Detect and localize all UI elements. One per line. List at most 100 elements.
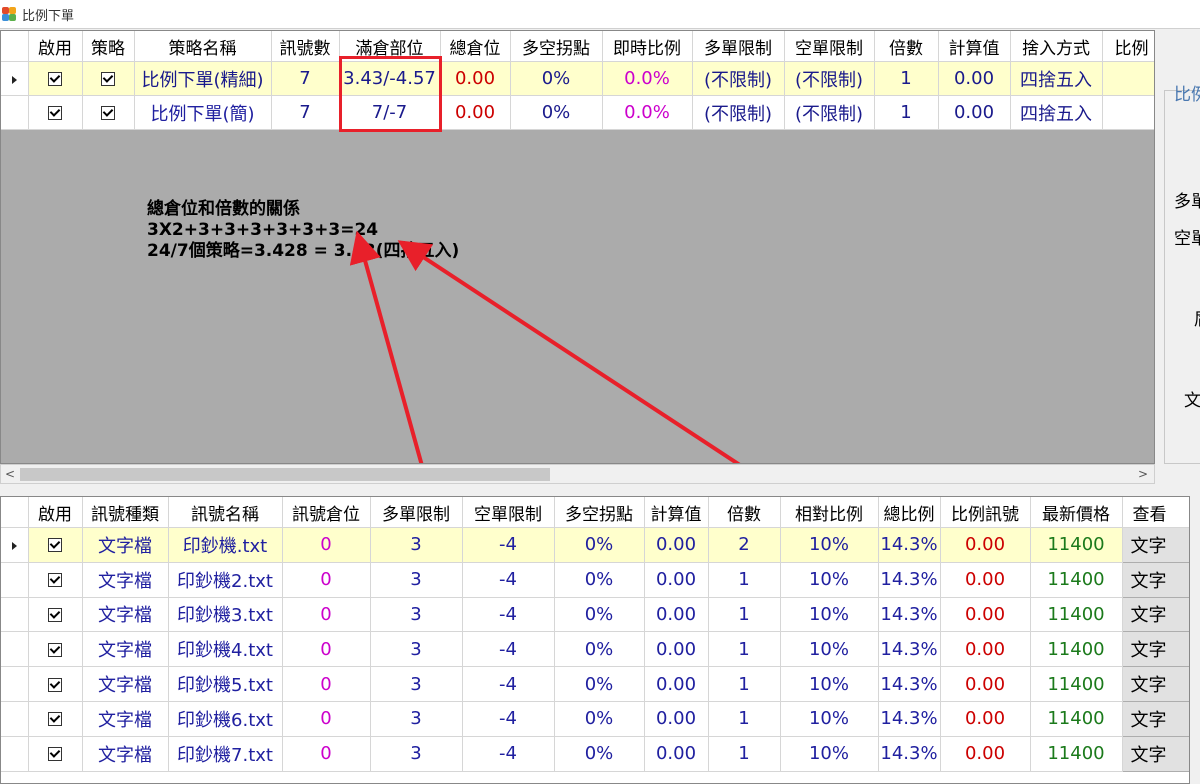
col-header[interactable]: 比例訊號 xyxy=(940,497,1031,528)
relative-ratio-cell[interactable]: 10% xyxy=(780,527,879,563)
total-ratio-cell[interactable]: 14.3% xyxy=(878,527,941,563)
signal-type-cell[interactable]: 文字檔 xyxy=(82,666,169,702)
calc-value-cell[interactable]: 0.00 xyxy=(644,701,709,737)
signal-name-cell[interactable]: 印鈔機7.txt xyxy=(168,736,283,772)
long-limit-cell[interactable]: 3 xyxy=(370,701,463,737)
short-limit-cell[interactable]: -4 xyxy=(462,701,555,737)
multiplier-cell[interactable]: 1 xyxy=(708,736,781,772)
long-limit-cell[interactable]: 3 xyxy=(370,631,463,668)
calc-value-cell[interactable]: 0.00 xyxy=(644,562,709,598)
latest-price-cell[interactable]: 11400 xyxy=(1030,701,1123,737)
view-button[interactable]: 文字 xyxy=(1121,700,1189,737)
realtime-ratio-cell[interactable]: 0.0% xyxy=(602,95,693,130)
row-selector[interactable] xyxy=(1,736,29,772)
latest-price-cell[interactable]: 11400 xyxy=(1030,736,1123,772)
enabled-checkbox[interactable] xyxy=(28,597,83,633)
signal-name-cell[interactable]: 印鈔機5.txt xyxy=(168,666,283,702)
signal-name-cell[interactable]: 印鈔機.txt xyxy=(168,527,283,563)
col-header[interactable]: 查看 xyxy=(1122,497,1189,528)
rounding-mode-cell[interactable]: 四捨五入 xyxy=(1010,95,1103,130)
ratio-signal-cell[interactable]: 0.00 xyxy=(940,666,1031,702)
signal-type-cell[interactable]: 文字檔 xyxy=(82,736,169,772)
table-row[interactable]: 文字檔 印鈔機4.txt 0 3 -4 0% 0.00 1 10% 14.3% 0.00 11400 文… xyxy=(1,631,1189,668)
relative-ratio-cell[interactable]: 10% xyxy=(780,701,879,737)
col-header[interactable]: 多單限制 xyxy=(370,497,463,528)
latest-price-cell[interactable]: 11400 xyxy=(1030,562,1123,598)
enabled-checkbox[interactable] xyxy=(28,61,83,96)
col-header[interactable]: 倍數 xyxy=(874,31,939,62)
signal-type-cell[interactable]: 文字檔 xyxy=(82,631,169,668)
enabled-checkbox[interactable] xyxy=(28,95,83,130)
turning-point-cell[interactable]: 0% xyxy=(554,597,645,633)
enabled-checkbox[interactable] xyxy=(28,562,83,598)
multiplier-cell[interactable]: 1 xyxy=(708,666,781,702)
enabled-checkbox[interactable] xyxy=(28,631,83,668)
long-limit-cell[interactable]: (不限制) xyxy=(692,61,785,96)
relative-ratio-cell[interactable]: 10% xyxy=(780,666,879,702)
calc-value-cell[interactable]: 0.00 xyxy=(644,666,709,702)
col-header[interactable]: 啟用 xyxy=(28,497,83,528)
strategy-grid[interactable]: 啟用 策略 策略名稱 訊號數 滿倉部位 總倉位 多空拐點 即時比例 多單限制 空… xyxy=(0,30,1155,464)
relative-ratio-cell[interactable]: 10% xyxy=(780,736,879,772)
row-selector[interactable] xyxy=(1,597,29,633)
ratio-signal-cell[interactable]: 0.00 xyxy=(940,597,1031,633)
table-row[interactable]: 文字檔 印鈔機6.txt 0 3 -4 0% 0.00 1 10% 14.3% 0.00 11400 文… xyxy=(1,700,1189,737)
row-selector[interactable] xyxy=(1,95,29,130)
col-header[interactable]: 多單限制 xyxy=(692,31,785,62)
calc-value-cell[interactable]: 0.00 xyxy=(644,527,709,563)
ratio-cell[interactable] xyxy=(1102,61,1154,96)
calc-value-cell[interactable]: 0.00 xyxy=(938,61,1011,96)
multiplier-cell[interactable]: 1 xyxy=(874,61,939,96)
multiplier-cell[interactable]: 1 xyxy=(708,562,781,598)
ratio-signal-cell[interactable]: 0.00 xyxy=(940,527,1031,563)
enabled-checkbox[interactable] xyxy=(28,527,83,563)
ratio-cell[interactable] xyxy=(1102,95,1154,130)
col-header[interactable]: 訊號數 xyxy=(271,31,340,62)
turning-point-cell[interactable]: 0% xyxy=(554,666,645,702)
signal-name-cell[interactable]: 印鈔機3.txt xyxy=(168,597,283,633)
strategy-name-cell[interactable]: 比例下單(簡) xyxy=(134,95,272,130)
signal-position-cell[interactable]: 0 xyxy=(282,666,371,702)
signal-type-cell[interactable]: 文字檔 xyxy=(82,527,169,563)
table-row[interactable]: 文字檔 印鈔機.txt 0 3 -4 0% 0.00 2 10% 14.3% 0.00 11400 文字 xyxy=(1,527,1189,563)
signal-position-cell[interactable]: 0 xyxy=(282,701,371,737)
enabled-checkbox[interactable] xyxy=(28,701,83,737)
table-row[interactable]: 文字檔 印鈔機3.txt 0 3 -4 0% 0.00 1 10% 14.3% 0.00 11400 文… xyxy=(1,596,1189,633)
signal-position-cell[interactable]: 0 xyxy=(282,631,371,668)
multiplier-cell[interactable]: 1 xyxy=(708,597,781,633)
long-limit-cell[interactable]: 3 xyxy=(370,527,463,563)
turning-point-cell[interactable]: 0% xyxy=(554,562,645,598)
signal-name-cell[interactable]: 印鈔機4.txt xyxy=(168,631,283,668)
horizontal-scrollbar[interactable]: < > xyxy=(0,464,1155,484)
short-limit-cell[interactable]: (不限制) xyxy=(784,95,875,130)
short-limit-cell[interactable]: -4 xyxy=(462,666,555,702)
ratio-signal-cell[interactable]: 0.00 xyxy=(940,562,1031,598)
enabled-checkbox[interactable] xyxy=(28,736,83,772)
long-limit-cell[interactable]: (不限制) xyxy=(692,95,785,130)
signal-position-cell[interactable]: 0 xyxy=(282,562,371,598)
long-limit-cell[interactable]: 3 xyxy=(370,666,463,702)
row-selector[interactable] xyxy=(1,527,29,563)
ratio-signal-cell[interactable]: 0.00 xyxy=(940,736,1031,772)
calc-value-cell[interactable]: 0.00 xyxy=(644,597,709,633)
scroll-thumb[interactable] xyxy=(20,468,550,481)
signal-position-cell[interactable]: 0 xyxy=(282,527,371,563)
col-header[interactable]: 比例 xyxy=(1102,31,1154,62)
signal-type-cell[interactable]: 文字檔 xyxy=(82,701,169,737)
short-limit-cell[interactable]: -4 xyxy=(462,736,555,772)
short-limit-cell[interactable]: (不限制) xyxy=(784,61,875,96)
total-ratio-cell[interactable]: 14.3% xyxy=(878,736,941,772)
latest-price-cell[interactable]: 11400 xyxy=(1030,597,1123,633)
calc-value-cell[interactable]: 0.00 xyxy=(644,736,709,772)
long-limit-cell[interactable]: 3 xyxy=(370,597,463,633)
turning-point-cell[interactable]: 0% xyxy=(510,95,603,130)
total-position-cell[interactable]: 0.00 xyxy=(440,61,511,96)
signal-type-cell[interactable]: 文字檔 xyxy=(82,562,169,598)
turning-point-cell[interactable]: 0% xyxy=(554,631,645,668)
turning-point-cell[interactable]: 0% xyxy=(554,701,645,737)
table-row[interactable]: 文字檔 印鈔機7.txt 0 3 -4 0% 0.00 1 10% 14.3% 0.00 11400 文… xyxy=(1,735,1189,772)
rounding-mode-cell[interactable]: 四捨五入 xyxy=(1010,61,1103,96)
table-row[interactable]: 比例下單(簡) 7 7/-7 0.00 0% 0.0% (不限制) (不限制) … xyxy=(1,95,1154,130)
col-header[interactable]: 總倉位 xyxy=(440,31,511,62)
col-header[interactable]: 相對比例 xyxy=(780,497,879,528)
